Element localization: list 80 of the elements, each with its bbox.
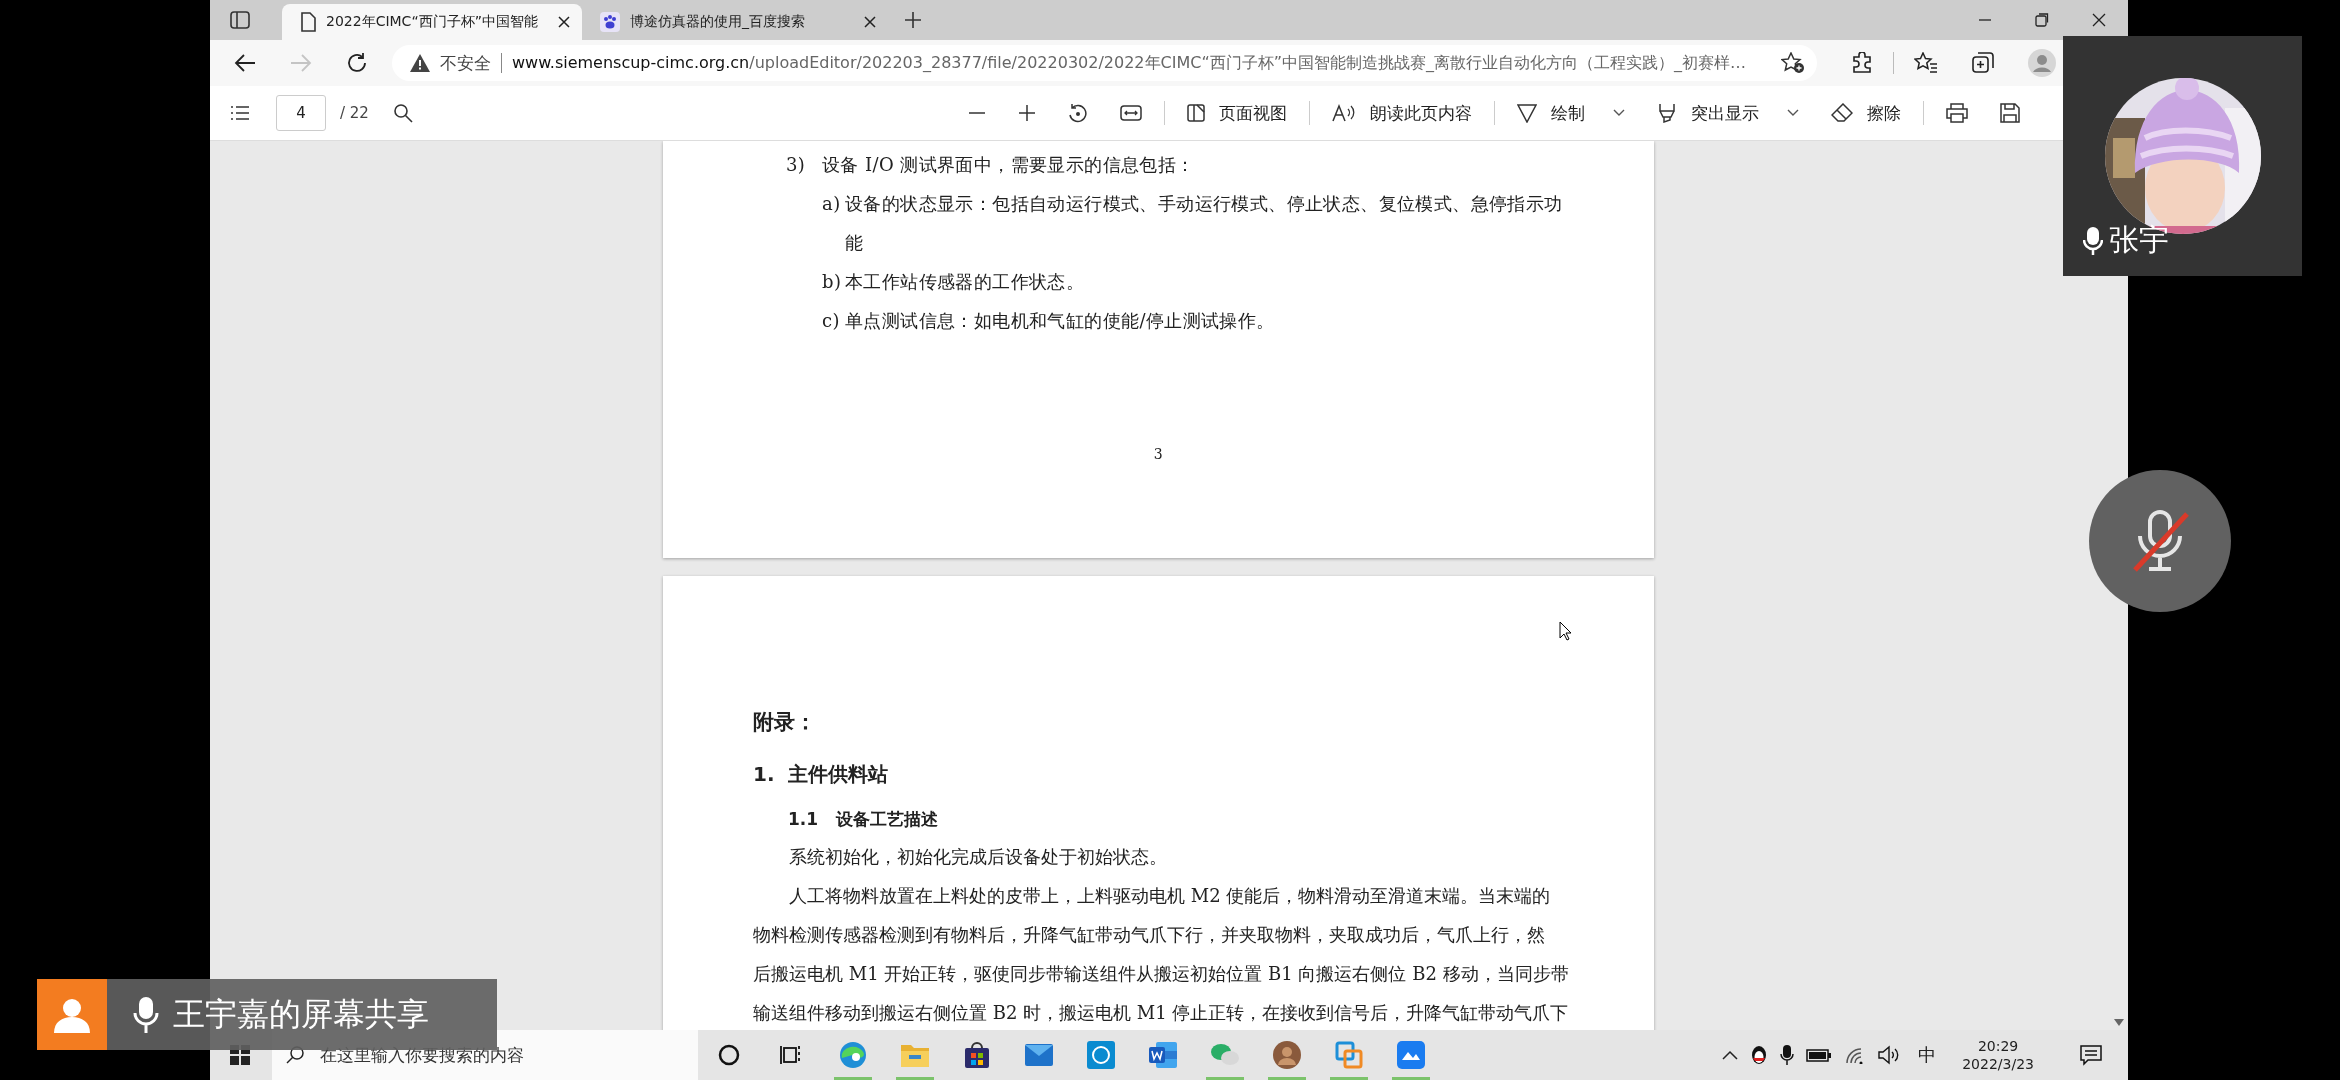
toolbar-button[interactable]: 页面视图 [1186, 101, 1287, 125]
paragraph-line: 物料检测传感器检测到有物料后，升降气缸带动气爪下行，并夹取物料，夹取成功后，气爪上行，然 [753, 924, 1545, 945]
fit-width-icon[interactable] [1119, 104, 1142, 122]
restore-icon[interactable] [2035, 13, 2049, 27]
list-item-text: 设备的状态显示：包括自动运行模式、手动运行模式、停止状态、复位模式、急停指示功能 [845, 192, 1564, 255]
toolbar-button[interactable]: 擦除 [1830, 101, 1901, 125]
warning-icon [410, 54, 430, 72]
toolbar-button[interactable]: 突出显示 [1656, 101, 1799, 125]
paw-icon [600, 12, 620, 32]
print-icon[interactable] [1945, 103, 1968, 123]
chat-icon [1210, 1042, 1240, 1068]
browser-tab[interactable]: 2022年CIMC“西门子杯”中国智能 [282, 4, 582, 40]
zoom-in-icon[interactable] [1017, 104, 1036, 122]
document-app-icon [1148, 1041, 1178, 1069]
participant-name: 张宇 [2109, 221, 2169, 259]
input-method-indicator[interactable]: 中 [1918, 1043, 1937, 1067]
eraser-icon [1830, 103, 1853, 123]
cortana-icon [718, 1044, 740, 1066]
paragraph-line: 后搬运电机 M1 开始正转，驱使同步带输送组件从搬运初始位置 B1 向搬运右侧位 B2 移动，当同步带 [753, 963, 1569, 984]
paragraph-line: 人工将物料放置在上料处的皮带上，上料驱动电机 M2 使能后，物料滑动至滑道末端。当末端的 [789, 885, 1551, 906]
favorites-icon[interactable] [1914, 52, 1938, 74]
list-marker: b) [822, 270, 843, 294]
close-icon[interactable] [558, 16, 570, 28]
paragraph-line: 系统初始化，初始化完成后设备处于初始状态。 [789, 846, 1167, 867]
scroll-down-icon[interactable] [2114, 1019, 2124, 1027]
penguin-icon[interactable] [1750, 1044, 1769, 1066]
plus-icon[interactable] [904, 11, 922, 29]
battery-icon[interactable] [1806, 1048, 1833, 1062]
avatar-icon [1273, 1041, 1301, 1069]
close-icon[interactable] [2092, 13, 2106, 27]
section-number: 1.1 [788, 808, 820, 831]
browser-tab[interactable]: 博途仿真器的使用_百度搜索 [582, 4, 888, 40]
save-icon[interactable] [1999, 103, 2020, 123]
page-icon [300, 12, 316, 32]
app-icon [1087, 1041, 1115, 1069]
toolbar-button[interactable]: 绘制 [1516, 101, 1625, 125]
back-icon[interactable] [234, 53, 256, 73]
list-item-text: 设备 I/O 测试界面中，需要显示的信息包括： [822, 153, 1195, 177]
notifications-icon[interactable] [2080, 1044, 2102, 1066]
read-aloud-icon [1331, 104, 1356, 122]
list-marker: c) [822, 309, 841, 333]
collections-icon[interactable] [1972, 52, 1994, 74]
microphone-icon [2083, 225, 2103, 256]
contents-icon[interactable] [230, 105, 250, 121]
rotate-icon[interactable] [1067, 103, 1088, 123]
draw-icon [1516, 103, 1537, 123]
chevron-up-icon[interactable] [1722, 1050, 1739, 1060]
cursor-icon [1559, 621, 1573, 641]
page-view-icon [1186, 104, 1205, 122]
highlighter-icon [1656, 103, 1677, 123]
toolbar-button[interactable]: 朗读此页内容 [1331, 101, 1472, 125]
page-number-field[interactable]: 4 [276, 95, 326, 131]
tab-actions-icon[interactable] [230, 11, 250, 29]
list-marker: a) [822, 192, 842, 216]
address-field[interactable]: 不安全 www.siemenscup-cimc.org.cn/uploadEditor/202203_28377/file/20220302/2022年CIMC“西门子杯”中国智能制造挑战赛_离散行业自动化方向（工程实践）_初赛样… [392, 45, 1817, 81]
extensions-icon[interactable] [1851, 52, 1873, 74]
mail-icon [1024, 1043, 1054, 1067]
paragraph-line: 输送组件移动到搬运右侧位置 B2 时，搬运电机 M1 停止正转，在接收到信号后，升降气缸带动气爪下 [753, 1002, 1569, 1023]
add-favorite-icon[interactable] [1781, 52, 1805, 74]
clock[interactable]: 20:29 2022/3/23 [1962, 1037, 2034, 1073]
squares-app-icon [1335, 1041, 1363, 1069]
browser-icon [838, 1040, 868, 1070]
profile-icon[interactable] [2028, 49, 2056, 77]
task-view-icon [780, 1044, 802, 1066]
list-item-text: 本工作站传感器的工作状态。 [845, 270, 1086, 294]
microphone-icon [133, 995, 159, 1034]
section-title: 主件供料站 [788, 761, 888, 788]
appendix-heading: 附录： [753, 709, 817, 736]
section-title: 设备工艺描述 [836, 808, 938, 831]
close-icon[interactable] [864, 16, 876, 28]
section-number: 1. [753, 761, 776, 788]
list-marker: 3) [786, 153, 807, 177]
refresh-icon[interactable] [346, 52, 368, 74]
page-number: 3 [1152, 445, 1165, 464]
microphone-icon[interactable] [1780, 1044, 1795, 1066]
list-item-text: 单点测试信息：如电机和气缸的使能/停止测试操作。 [845, 309, 1276, 333]
store-icon [963, 1041, 991, 1069]
page-count: / 22 [340, 104, 369, 122]
search-icon[interactable] [392, 103, 413, 123]
folder-icon [900, 1042, 930, 1068]
